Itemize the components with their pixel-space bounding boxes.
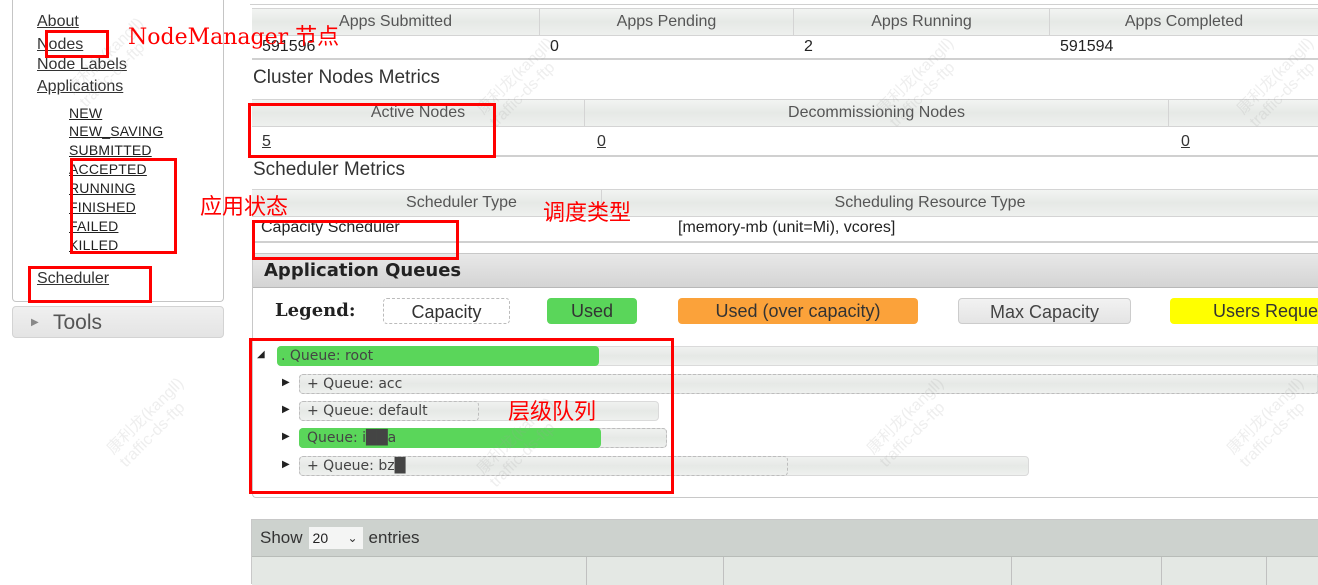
datatable-column-header[interactable] <box>252 557 587 585</box>
datatable-column-header[interactable] <box>1162 557 1267 585</box>
tools-label: Tools <box>53 311 103 334</box>
show-label: Show <box>260 528 303 547</box>
cluster-metrics-header-row: Apps Submitted Apps Pending Apps Running… <box>252 8 1318 36</box>
queue-legend: Legend: Capacity Used Used (over capacit… <box>253 298 1318 326</box>
datatable-length-control: Show 20 ⌄ entries <box>252 520 1318 556</box>
header-scheduling-resource-type: Scheduling Resource Type <box>834 194 1026 211</box>
decommissioning-nodes-link[interactable]: 0 <box>597 133 606 150</box>
sidebar-link-node-labels[interactable]: Node Labels <box>37 55 127 75</box>
header-apps-running: Apps Running <box>794 9 1050 35</box>
annotation-box-queue-hierarchy <box>249 338 674 494</box>
annotation-text-scheduler-type: 调度类型 <box>543 201 632 226</box>
value-scheduling-resource-type: [memory-mb (unit=Mi), vcores] <box>678 219 896 236</box>
datatable-column-header[interactable] <box>1012 557 1162 585</box>
datatable-header-row <box>252 556 1318 585</box>
chevron-down-icon: ⌄ <box>347 531 358 545</box>
annotation-box-scheduler <box>28 266 152 303</box>
datatable-column-header[interactable] <box>587 557 724 585</box>
annotation-box-scheduler-type <box>252 220 459 260</box>
annotation-text-app-state: 应用状态 <box>200 195 289 220</box>
cluster-nodes-metrics-title: Cluster Nodes Metrics <box>253 67 440 88</box>
header-decommissioning-nodes: Decommissioning Nodes <box>585 100 1169 126</box>
scheduler-metrics-header-row: Scheduler Type Scheduling Resource Type <box>252 189 1318 217</box>
annotation-text-nodemanager: NodeManager 节点 <box>128 25 340 50</box>
annotation-box-app-states <box>70 158 177 254</box>
legend-users-requesting: Users Reques <box>1170 298 1318 324</box>
legend-used: Used <box>547 298 637 324</box>
cluster-metrics-data-row: 591596 0 2 591594 <box>252 36 1318 60</box>
entries-per-page-select[interactable]: 20 ⌄ <box>308 527 363 549</box>
watermark: 康利龙(kangll)traffic-ds-ftp <box>104 374 189 471</box>
value-apps-pending: 0 <box>550 38 559 55</box>
sidebar-link-app-state-new[interactable]: NEW <box>69 104 102 122</box>
scheduler-metrics-title: Scheduler Metrics <box>253 159 406 180</box>
sidebar-link-app-state-new-saving[interactable]: NEW_SAVING <box>69 122 163 140</box>
content-top-border <box>250 4 1318 5</box>
entries-per-page-value: 20 <box>312 530 329 546</box>
header-apps-completed: Apps Completed <box>1124 13 1244 30</box>
sidebar-link-about[interactable]: About <box>37 12 79 32</box>
header-apps-pending: Apps Pending <box>540 9 794 35</box>
annotation-text-queue-hierarchy: 层级队列 <box>508 400 597 425</box>
next-column-nodes-link[interactable]: 0 <box>1181 133 1190 150</box>
legend-used-over-capacity: Used (over capacity) <box>678 298 918 324</box>
applications-datatable: Show 20 ⌄ entries <box>251 519 1318 585</box>
sidebar-tools-section[interactable]: ▶ Tools <box>12 306 224 338</box>
sidebar-link-app-state-submitted[interactable]: SUBMITTED <box>69 141 152 159</box>
triangle-right-icon: ▶ <box>31 317 39 328</box>
sidebar-link-applications[interactable]: Applications <box>37 77 123 97</box>
legend-capacity: Capacity <box>383 298 510 324</box>
value-apps-completed: 591594 <box>1060 38 1114 55</box>
legend-max-capacity: Max Capacity <box>958 298 1131 324</box>
value-apps-running: 2 <box>804 38 813 55</box>
legend-label: Legend: <box>275 300 356 321</box>
annotation-box-nodes <box>45 30 109 58</box>
cluster-metrics-table: Apps Submitted Apps Pending Apps Running… <box>252 8 1318 60</box>
datatable-column-header[interactable] <box>1267 557 1318 585</box>
datatable-column-header[interactable] <box>724 557 1012 585</box>
entries-label: entries <box>368 528 420 547</box>
header-next-column <box>1169 100 1318 126</box>
annotation-box-active-nodes <box>248 103 496 158</box>
